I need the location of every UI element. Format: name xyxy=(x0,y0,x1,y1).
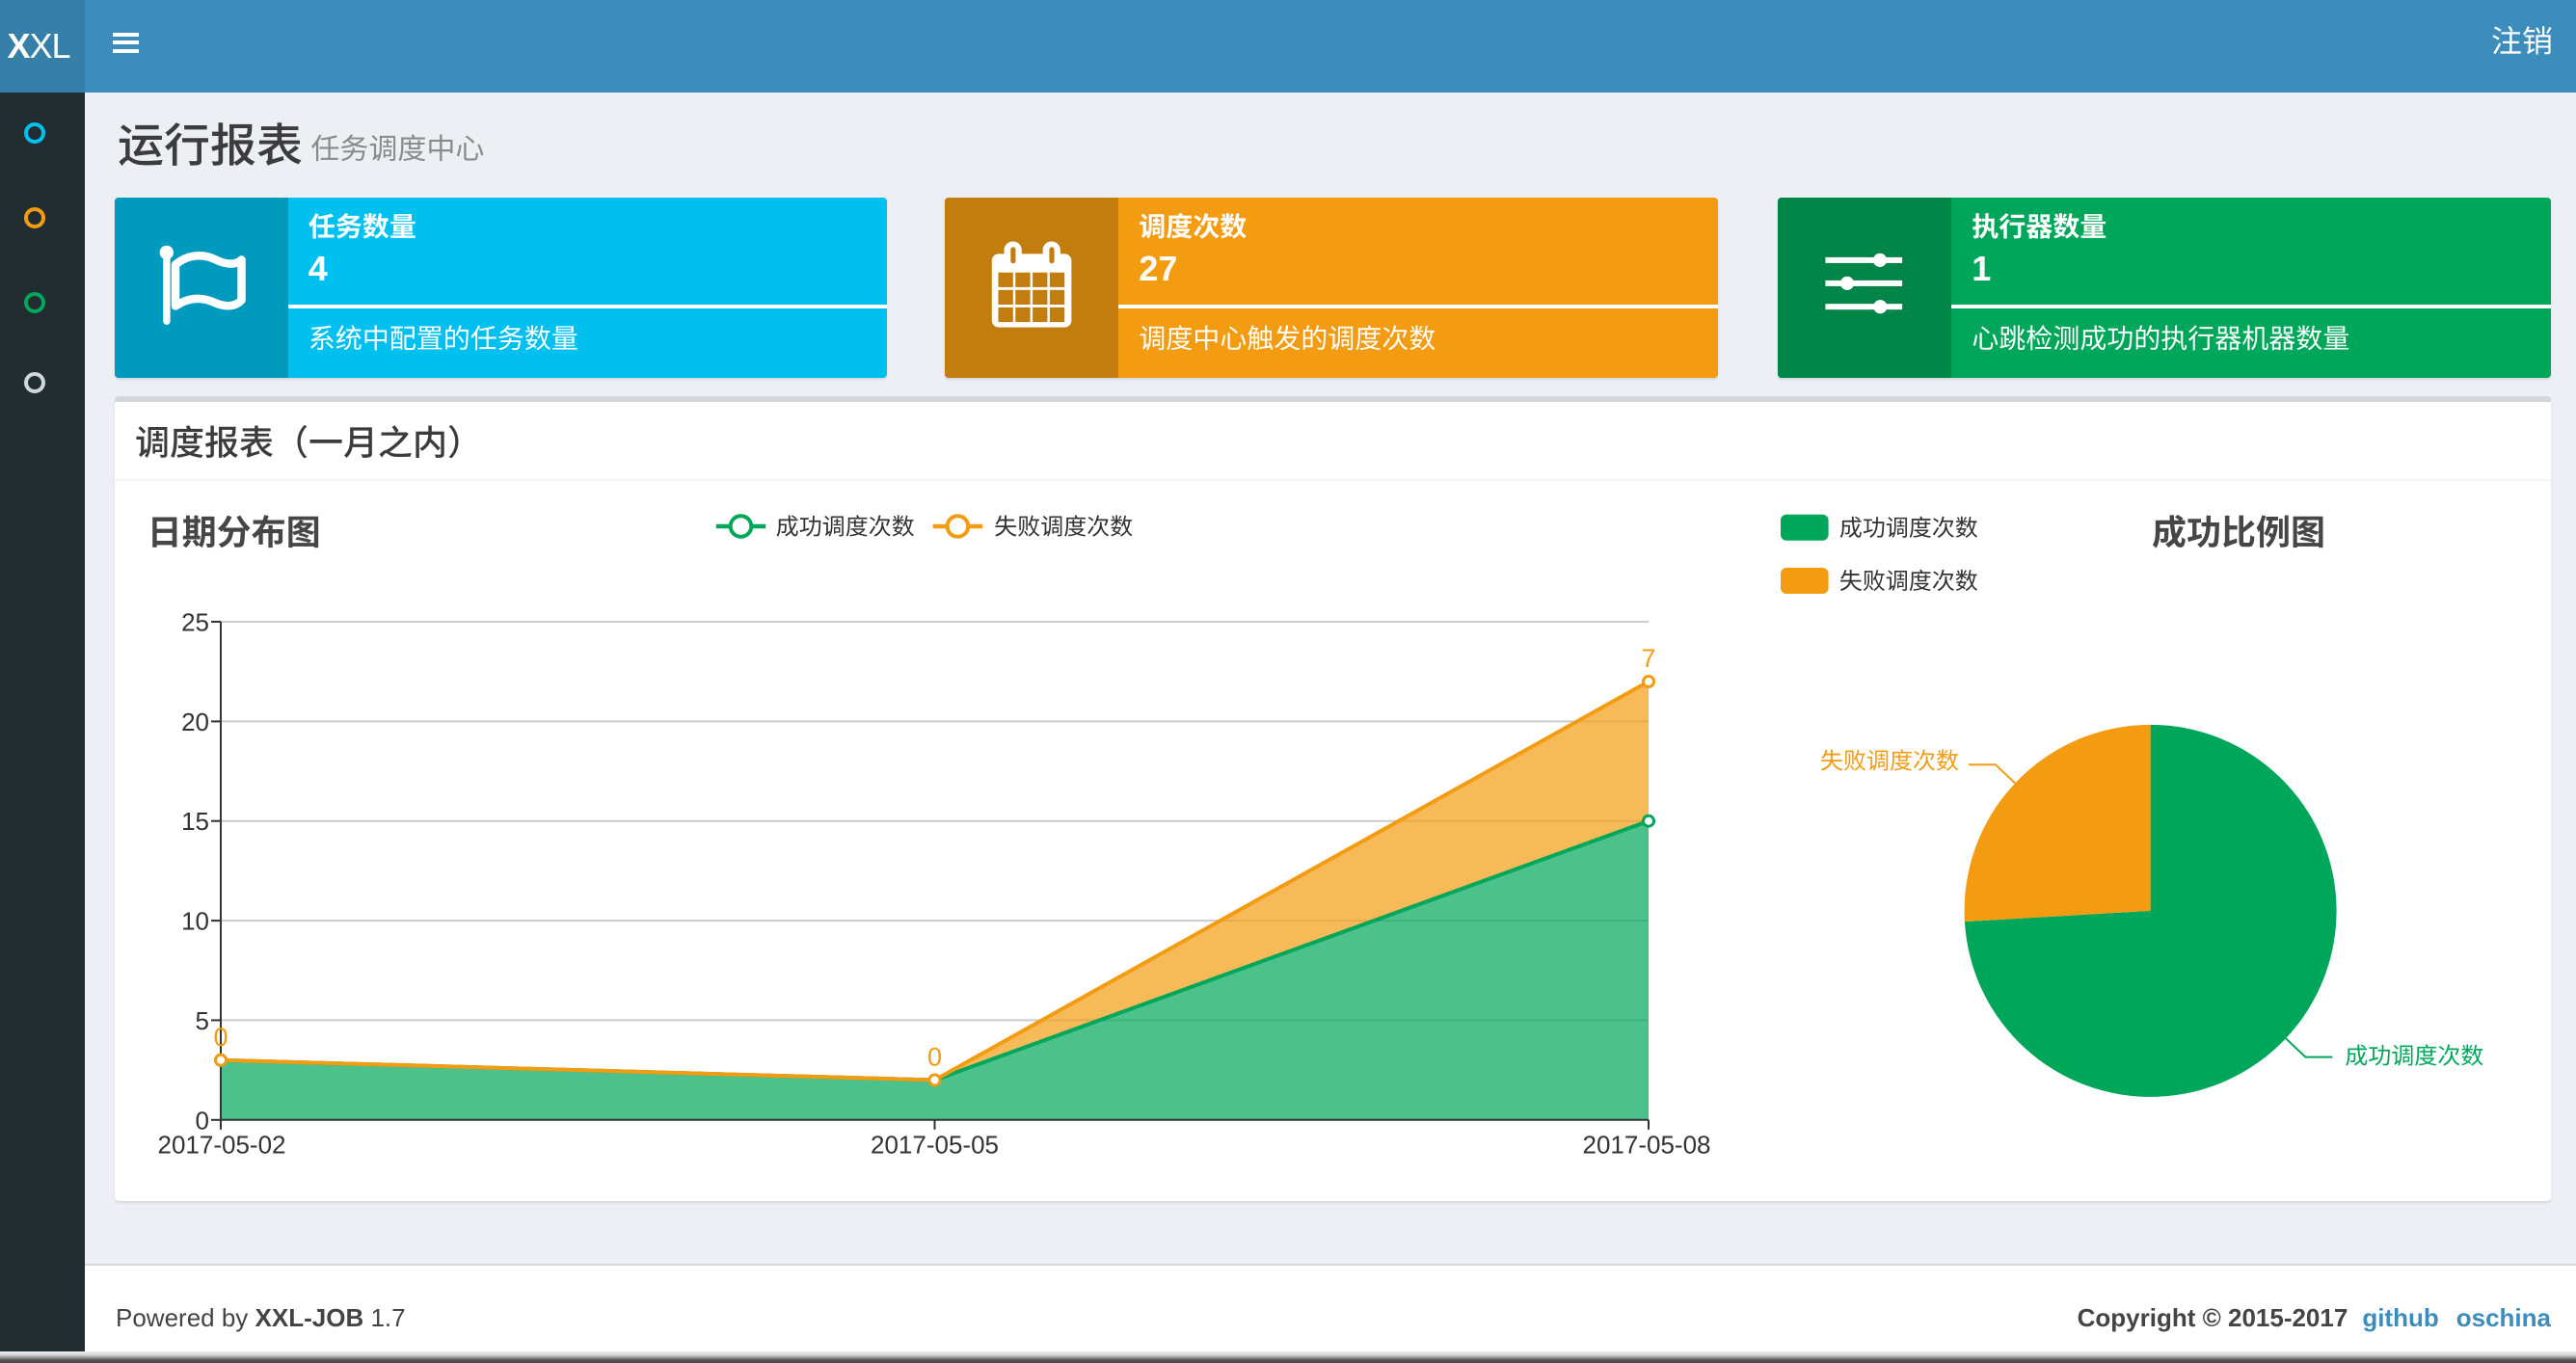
svg-text:15: 15 xyxy=(181,807,209,836)
svg-text:2017-05-08: 2017-05-08 xyxy=(1583,1131,1711,1160)
svg-text:10: 10 xyxy=(181,907,209,936)
svg-text:2017-05-05: 2017-05-05 xyxy=(871,1131,999,1160)
svg-text:0: 0 xyxy=(213,1023,228,1052)
svg-text:5: 5 xyxy=(196,1006,209,1035)
svg-text:25: 25 xyxy=(181,608,209,637)
svg-text:20: 20 xyxy=(181,708,209,736)
svg-text:7: 7 xyxy=(1641,644,1655,673)
svg-text:2017-05-02: 2017-05-02 xyxy=(158,1131,286,1160)
svg-text:0: 0 xyxy=(927,1043,942,1072)
